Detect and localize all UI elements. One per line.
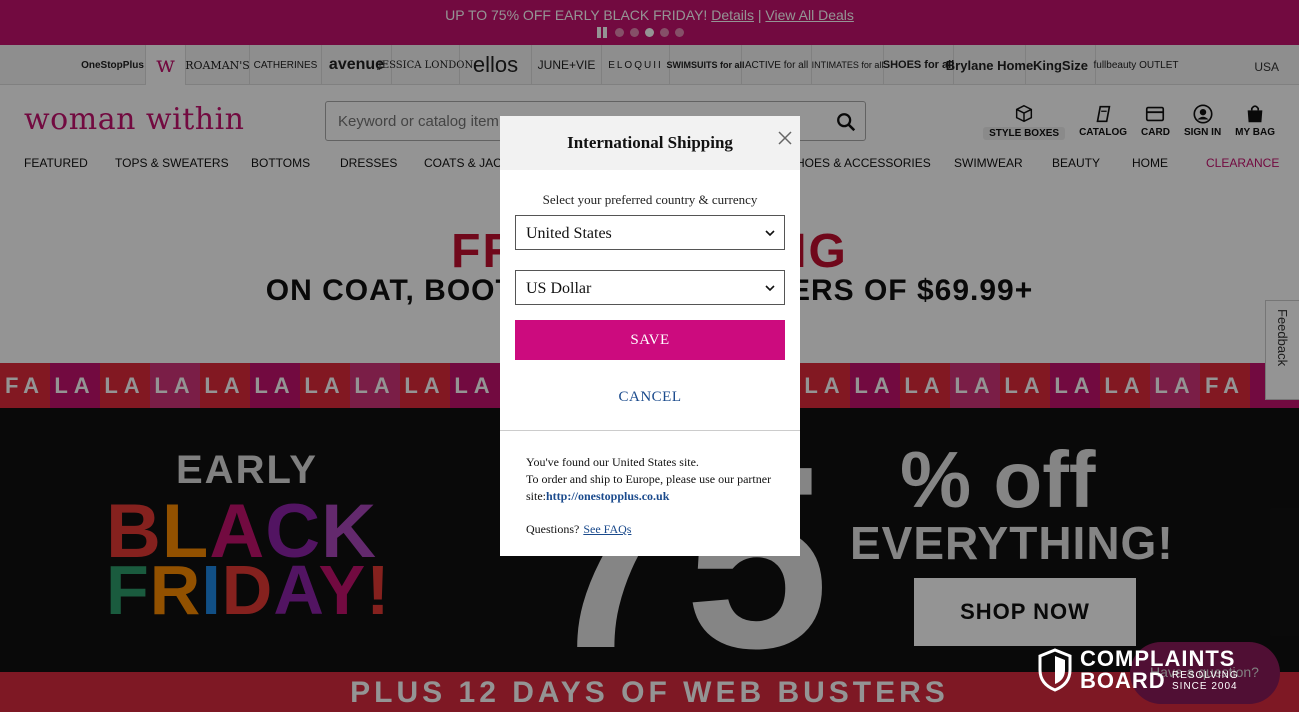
watermark-tagline: RESOLVING SINCE 2004: [1172, 670, 1239, 692]
questions-label: Questions?: [526, 522, 580, 536]
watermark-line-2: BOARD: [1080, 668, 1166, 693]
select-label: Select your preferred country & currency: [542, 192, 758, 207]
shield-icon: [1038, 648, 1072, 692]
chevron-down-icon: [765, 230, 775, 237]
country-value: United States: [526, 225, 612, 242]
watermark-tag-1: RESOLVING: [1172, 670, 1239, 681]
complaints-board-watermark: COMPLAINTS BOARD RESOLVING SINCE 2004: [1036, 646, 1266, 696]
close-icon[interactable]: [778, 131, 792, 145]
international-shipping-modal: International Shipping Select your prefe…: [500, 116, 800, 556]
modal-info: You've found our United States site. To …: [526, 454, 786, 505]
watermark-tag-2: SINCE 2004: [1172, 681, 1238, 692]
country-select[interactable]: United States: [515, 215, 785, 250]
currency-value: US Dollar: [526, 280, 592, 297]
partner-site-link[interactable]: http://onestopplus.co.uk: [546, 489, 669, 503]
currency-select[interactable]: US Dollar: [515, 270, 785, 305]
modal-questions: Questions? See FAQs: [526, 522, 631, 537]
cancel-button[interactable]: CANCEL: [500, 389, 800, 406]
info-line-1: You've found our United States site.: [526, 455, 699, 469]
modal-header: International Shipping: [500, 116, 800, 170]
modal-title: International Shipping: [567, 133, 733, 152]
chevron-down-icon: [765, 285, 775, 292]
modal-divider: [500, 430, 800, 431]
save-button[interactable]: SAVE: [515, 320, 785, 360]
faq-link[interactable]: See FAQs: [583, 522, 631, 536]
